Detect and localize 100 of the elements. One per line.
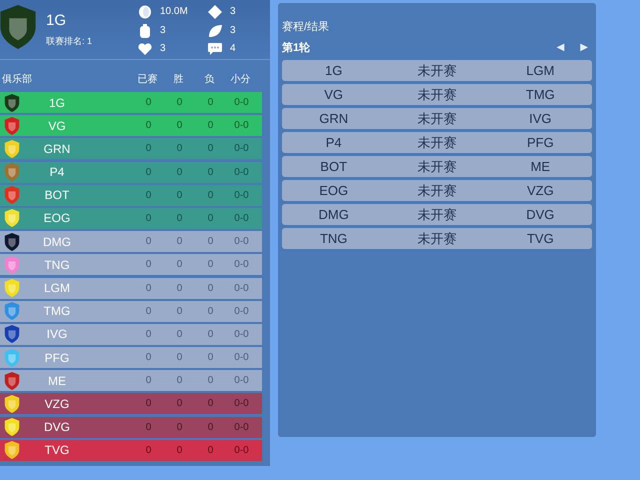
score-cell-text: 0-0 [233,212,250,224]
next-round-button[interactable]: ▶ [576,42,592,52]
club-name: 1G [46,12,68,28]
team-name: EOG [42,211,72,226]
lost-cell-text: 0 [206,212,214,224]
standings-row[interactable]: EOG 0 0 0 0-0 [0,208,262,229]
standings-row[interactable]: VZG 0 0 0 0-0 [0,393,262,414]
won-cell-text: 0 [176,328,184,340]
leaf-icon [208,24,222,38]
lost-cell-text: 0 [206,444,214,456]
home-team: BOT [319,159,348,174]
standings-row[interactable]: DVG 0 0 0 0-0 [0,416,262,438]
team-name: BOT [44,188,70,202]
standings-row[interactable]: ME 0 0 0 0-0 [0,370,262,392]
score-cell-text: 0-0 [233,143,250,154]
played-cell-text: 0 [144,375,152,386]
team-name: TVG [44,443,70,458]
lost-cell-text: 0 [206,375,214,386]
standings-row[interactable]: BOT 0 0 0 0-0 [0,184,262,206]
score-cell-text: 0-0 [233,375,250,386]
schedule-title: 赛程/结果 [281,20,330,34]
standings-row[interactable]: TMG 0 0 0 0-0 [0,300,262,322]
team-name: DMG [42,234,72,249]
lost-cell-text: 0 [206,259,214,270]
standings-row[interactable]: GRN 0 0 0 0-0 [0,138,262,160]
stat-value: 3 [160,25,166,36]
away-team: TVG [526,231,555,246]
previous-round-button[interactable]: ◀ [552,42,568,52]
team-name: VZG [44,396,70,411]
played-cell-text: 0 [144,212,152,224]
team-name: LGM [42,281,71,295]
team-name: ME [47,374,67,388]
standings-row[interactable]: TNG 0 0 0 0-0 [0,254,262,276]
lost-cell-text: 0 [206,422,214,433]
team-name: IVG [46,327,68,342]
won-cell-text: 0 [176,97,184,108]
standings-row[interactable]: P4 0 0 0 0-0 [0,162,262,183]
match-status: 未开赛 [416,158,458,176]
away-team: IVG [528,111,553,126]
standings-row[interactable]: 1G 0 0 0 0-0 [0,92,262,113]
column-header: 小分 [230,72,252,86]
score-cell-text: 0-0 [233,120,250,132]
match-status: 未开赛 [416,86,458,104]
played-cell-text: 0 [144,328,152,340]
away-team: TMG [524,87,556,102]
lost-cell-text: 0 [206,352,214,364]
standings-row[interactable]: LGM 0 0 0 0-0 [0,278,262,298]
score-cell-text: 0-0 [233,190,250,201]
won-cell-text: 0 [176,166,184,178]
standings-row[interactable]: IVG 0 0 0 0-0 [0,324,262,345]
team-name: PFG [44,350,70,365]
lost-cell-text: 0 [206,120,214,132]
won-cell-text: 0 [176,306,184,317]
league-rank: 联赛排名: 1 [46,34,94,48]
standings-row[interactable]: TVG 0 0 0 0-0 [0,440,262,461]
played-cell-text: 0 [144,282,152,294]
won-cell-text: 0 [176,398,184,410]
played-cell-text: 0 [144,444,152,456]
away-team: VZG [526,183,555,198]
won-cell-text: 0 [176,120,184,132]
won-cell-text: 0 [176,375,184,386]
lost-cell-text: 0 [206,97,214,108]
match-status: 未开赛 [416,230,458,248]
chat-icon [208,42,222,54]
played-cell-text: 0 [144,120,152,132]
column-header: 俱乐部 [1,72,33,86]
played-cell-text: 0 [144,166,152,178]
team-name: DVG [42,420,71,434]
stat-value: 4 [230,43,236,54]
score-cell-text: 0-0 [233,352,250,364]
score-cell-text: 0-0 [233,328,250,340]
won-cell-text: 0 [176,143,184,154]
won-cell-text: 0 [176,236,184,248]
standings-row[interactable]: DMG 0 0 0 0-0 [0,231,262,252]
played-cell-text: 0 [144,352,152,364]
lost-cell-text: 0 [206,166,214,178]
standings-row[interactable]: PFG 0 0 0 0-0 [0,347,262,368]
won-cell-text: 0 [176,259,184,270]
score-cell-text: 0-0 [233,422,250,433]
team-name: TNG [43,258,71,272]
home-team: 1G [324,63,344,78]
match-status: 未开赛 [416,62,458,80]
column-header: 胜 [172,72,184,86]
home-team: GRN [318,111,350,126]
standings-row[interactable]: VG 0 0 0 0-0 [0,115,262,136]
team-name: P4 [48,165,66,180]
played-cell-text: 0 [144,422,152,433]
home-team: TNG [318,231,348,246]
played-cell-text: 0 [144,97,152,108]
away-team: DVG [525,207,556,222]
match-status: 未开赛 [416,206,458,224]
won-cell-text: 0 [176,352,184,364]
match-status: 未开赛 [416,182,458,200]
won-cell-text: 0 [176,444,184,456]
won-cell-text: 0 [176,190,184,201]
score-cell-text: 0-0 [233,97,250,108]
score-cell-text: 0-0 [233,398,250,410]
lost-cell-text: 0 [206,282,214,294]
match-status: 未开赛 [416,110,458,128]
lost-cell-text: 0 [206,398,214,410]
